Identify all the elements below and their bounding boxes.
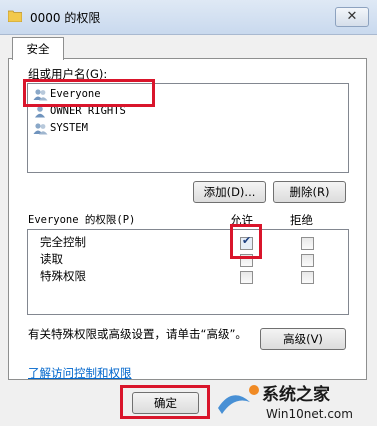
title-bar[interactable]: 0000 的权限 ✕ [0,0,377,35]
permissions-table: 完全控制 读取 特殊权限 [27,229,349,315]
allow-read-checkbox[interactable] [240,254,253,267]
watermark-logo: 系统之家 Win10net.com [214,378,374,424]
allow-special-checkbox[interactable] [240,271,253,284]
learn-access-control-link[interactable]: 了解访问控制和权限 [28,365,132,381]
allow-header: 允许 [230,213,253,227]
ok-button[interactable]: 确定 [132,392,199,414]
list-item-system[interactable]: SYSTEM [33,121,88,136]
user-name: OWNER RIGHTS [50,105,126,117]
deny-read-checkbox[interactable] [301,254,314,267]
watermark-icon: 系统之家 Win10net.com [218,384,353,421]
list-item-everyone[interactable]: Everyone [33,87,101,102]
permission-label-special: 特殊权限 [40,269,86,283]
deny-special-checkbox[interactable] [301,271,314,284]
watermark-brand: 系统之家 [262,384,330,405]
advanced-description: 有关特殊权限或高级设置，请单击“高级”。 [28,327,247,341]
tab-security[interactable]: 安全 [12,37,64,60]
user-icon [35,105,45,117]
folder-icon [8,10,22,22]
user-list[interactable]: Everyone OWNER RIGHTS SYSTEM [27,83,349,173]
remove-button[interactable]: 删除(R) [273,181,346,203]
advanced-button[interactable]: 高级(V) [260,328,346,350]
users-icon [33,122,48,134]
permission-label-read: 读取 [40,252,63,266]
users-icon [33,88,48,100]
deny-header: 拒绝 [290,213,313,227]
watermark-url: Win10net.com [266,407,353,421]
add-button[interactable]: 添加(D)... [193,181,266,203]
allow-full-control-checkbox[interactable] [240,234,253,250]
permissions-title: Everyone 的权限(P) [28,214,136,226]
user-name: SYSTEM [50,122,88,134]
list-item-owner-rights[interactable]: OWNER RIGHTS [33,104,126,119]
group-label: 组或用户名(G): [28,67,108,81]
permission-label-full-control: 完全控制 [40,235,86,249]
user-name: Everyone [50,88,101,100]
close-button[interactable]: ✕ [335,7,369,27]
deny-full-control-checkbox[interactable] [301,237,314,250]
window-title: 0000 的权限 [30,11,101,25]
